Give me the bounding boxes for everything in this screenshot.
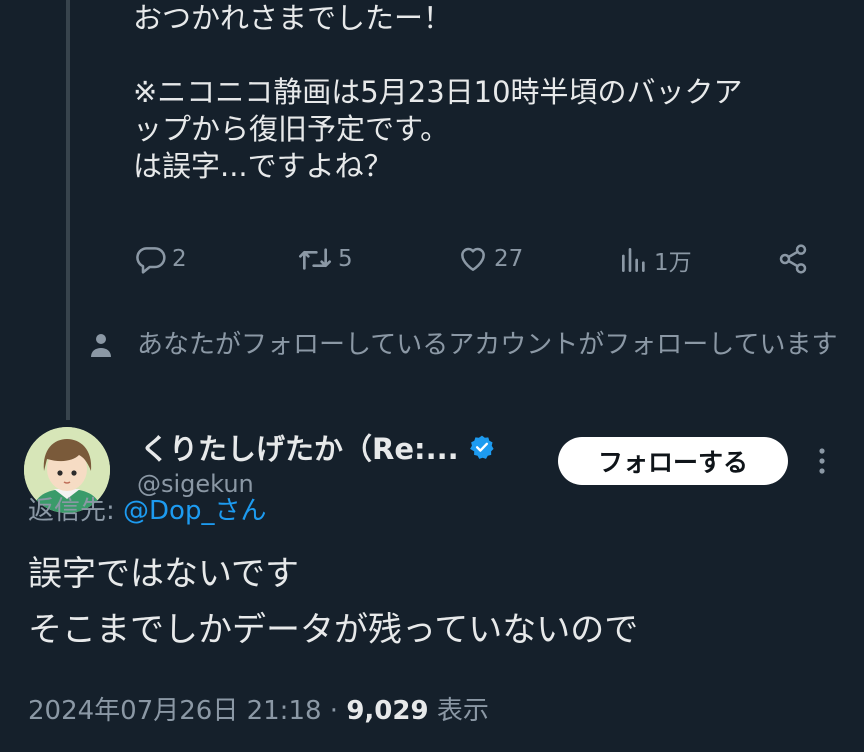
reply-to-mention[interactable]: @Dop_さん <box>123 496 266 526</box>
author-name[interactable]: くりたしげたか（Re:... <box>140 426 459 468</box>
previous-tweet-line: は誤字...ですよね？ <box>133 149 393 183</box>
reply-to-line: 返信先: @Dop_さん <box>28 490 266 527</box>
reply-button[interactable]: 2 <box>134 243 187 275</box>
views-icon <box>622 248 645 272</box>
view-label: 表示 <box>436 696 489 726</box>
reply-to-prefix: 返信先: <box>28 496 124 526</box>
retweet-count: 5 <box>338 246 353 272</box>
previous-tweet-line: ップから復旧予定です。 <box>133 112 450 146</box>
like-button[interactable]: 27 <box>456 243 523 275</box>
person-icon <box>91 334 111 357</box>
views-button[interactable]: 1万 <box>618 243 692 277</box>
retweet-icon <box>299 248 331 270</box>
meta-separator: · <box>329 696 339 726</box>
like-count: 27 <box>494 246 524 272</box>
share-button[interactable] <box>776 243 810 275</box>
timestamp[interactable]: 2024年07月26日 21:18 <box>28 696 322 726</box>
verified-icon <box>469 435 494 459</box>
more-icon[interactable] <box>808 443 836 479</box>
follow-button[interactable]: フォローする <box>558 437 788 485</box>
view-count: 9,029 <box>346 696 429 726</box>
views-count: 1万 <box>654 250 692 276</box>
tweet-meta: 2024年07月26日 21:18 · 9,029 表示 <box>28 690 489 727</box>
social-context: あなたがフォローしているアカウントがフォローしています <box>90 322 850 369</box>
author-name-row: くりたしげたか（Re:... <box>140 426 495 468</box>
previous-tweet-line: ※ニコニコ静画は5月23日10時半頃のバックア <box>133 75 743 109</box>
previous-tweet-line: おつかれさまでしたー！ <box>133 1 453 35</box>
like-icon <box>461 247 485 271</box>
retweet-button[interactable]: 5 <box>296 243 353 275</box>
previous-tweet-text: おつかれさまでしたー！ ※ニコニコ静画は5月23日10時半頃のバックア ップから… <box>133 0 853 185</box>
previous-tweet-line <box>133 37 853 74</box>
reply-icon <box>136 247 166 274</box>
social-context-text: あなたがフォローしているアカウントがフォローしています <box>137 330 838 360</box>
share-icon <box>779 244 807 274</box>
reply-tweet-line: そこまでしかデータが残っていないので <box>28 610 639 650</box>
tweet-action-bar: 2 5 27 1万 <box>0 243 864 283</box>
reply-tweet-line: 誤字ではないです <box>28 554 299 594</box>
thread-connector-line <box>66 0 70 420</box>
reply-count: 2 <box>172 246 187 272</box>
reply-tweet-text: 誤字ではないです そこまでしかデータが残っていないので <box>28 546 638 658</box>
